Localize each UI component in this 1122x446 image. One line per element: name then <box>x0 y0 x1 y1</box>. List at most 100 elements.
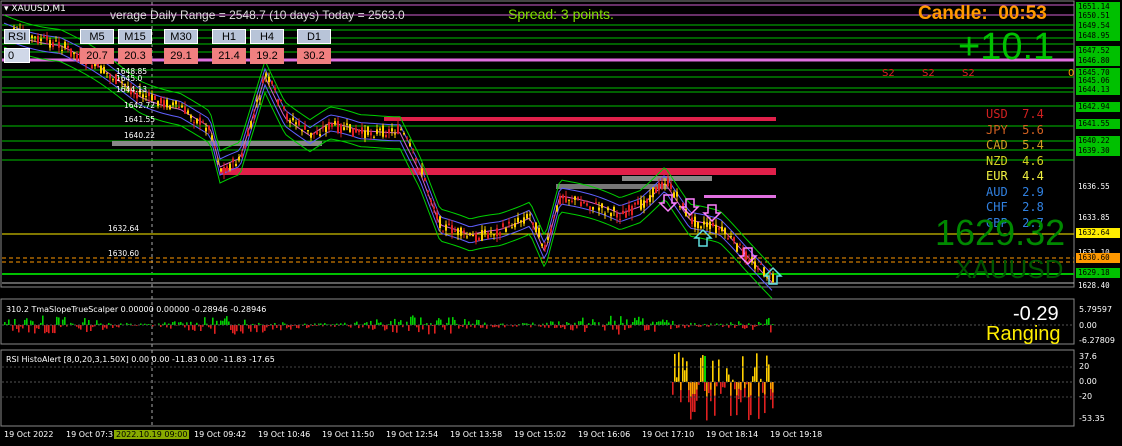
timeframe-button-h4[interactable]: H4 <box>250 29 284 44</box>
candle-body <box>715 224 717 234</box>
histogram-bar <box>452 317 454 325</box>
candle-body <box>250 121 252 128</box>
histogram-bar <box>290 325 292 330</box>
histogram-bar <box>652 321 654 325</box>
candle-body <box>361 127 363 134</box>
histogram-bar <box>728 374 730 382</box>
histogram-bar <box>704 382 706 391</box>
histogram-bar <box>670 325 672 330</box>
rsi-label[interactable]: RSI <box>4 29 30 44</box>
candle-body <box>559 195 561 205</box>
price-axis-label: 1628.40 <box>1078 281 1110 290</box>
candle-body <box>238 156 240 161</box>
timeframe-button-m15[interactable]: M15 <box>118 29 152 44</box>
histogram-bar <box>610 315 612 325</box>
candle-body <box>181 105 183 108</box>
candle-body <box>469 233 471 236</box>
candle-body <box>430 200 432 202</box>
histogram-bar <box>764 323 766 325</box>
histogram-bar <box>626 319 628 325</box>
histogram-bar <box>36 325 38 329</box>
candle-body <box>241 153 243 157</box>
timeframe-button-d1[interactable]: D1 <box>297 29 331 44</box>
histogram-bar <box>748 323 750 325</box>
candle-body <box>550 228 552 233</box>
histogram-bar <box>642 318 644 325</box>
candle-body <box>157 100 159 107</box>
candle-body <box>148 92 150 97</box>
histogram-bar <box>706 382 708 398</box>
candle-body <box>325 126 327 132</box>
candle-body <box>547 237 549 241</box>
price-axis-label: 1644.13 <box>1076 85 1120 95</box>
candle-body <box>745 251 747 261</box>
candle-body <box>172 102 174 106</box>
candle-body <box>292 117 294 121</box>
candle-body <box>394 133 396 135</box>
timeframe-button-h1[interactable]: H1 <box>212 29 246 44</box>
candle-body <box>43 36 45 38</box>
candle-body <box>61 49 63 51</box>
currency-row: NZD 4.6 <box>986 154 1044 168</box>
histogram-bar <box>396 325 398 333</box>
histogram-bar <box>714 382 716 396</box>
price-axis-label: 1630.60 <box>1076 253 1120 263</box>
time-axis-label: 19 Oct 15:02 <box>514 430 567 439</box>
histogram-bar <box>676 325 678 329</box>
histogram-bar <box>12 325 14 331</box>
symbol-label[interactable]: ▾ XAUUSD,M1 <box>4 4 66 14</box>
candle-body <box>268 76 270 83</box>
histogram-bar <box>376 319 378 325</box>
price-zone[interactable] <box>384 117 776 121</box>
candle-body <box>628 205 630 212</box>
level-label: 1641.55 <box>124 115 156 124</box>
histogram-bar <box>608 321 610 325</box>
candle-body <box>52 42 54 47</box>
timeframe-button-m5[interactable]: M5 <box>80 29 114 44</box>
candle-body <box>541 243 543 247</box>
candle-body <box>106 72 108 74</box>
timeframe-strength-value: 30.2 <box>297 48 331 64</box>
candle-body <box>493 234 495 236</box>
currency-row: JPY 5.6 <box>986 123 1044 137</box>
histogram-bar <box>744 382 746 389</box>
timeframe-button-m30[interactable]: M30 <box>164 29 198 44</box>
price-axis-label: 1650.51 <box>1076 11 1120 21</box>
histogram-bar <box>176 325 178 326</box>
histogram-bar <box>760 378 762 382</box>
histogram-bar <box>242 325 244 334</box>
histogram-bar <box>680 382 682 391</box>
histogram-bar <box>80 325 82 330</box>
spread-text: Spread: 3 points. <box>508 6 614 22</box>
candle-body <box>373 136 375 138</box>
candle-body <box>613 206 615 211</box>
histogram-bar <box>484 322 486 325</box>
histogram-bar <box>662 319 664 325</box>
histogram-bar <box>624 325 626 330</box>
price-zone[interactable] <box>704 195 776 198</box>
candle-body <box>454 230 456 232</box>
candle-body <box>298 120 300 126</box>
histogram-bar <box>762 382 764 393</box>
candle-body <box>73 52 75 55</box>
price-axis-label: 1640.22 <box>1076 136 1120 146</box>
price-zone[interactable] <box>220 168 776 175</box>
candle-body <box>754 261 756 269</box>
candle-body <box>337 120 339 133</box>
candle-body <box>703 221 705 225</box>
dropdown-icon[interactable]: ▾ <box>4 4 9 14</box>
ind2-axis-label: -53.35 <box>1079 414 1105 423</box>
histogram-bar <box>34 325 36 334</box>
histogram-bar <box>284 323 286 325</box>
candle-body <box>508 221 510 224</box>
histogram-bar <box>438 318 440 325</box>
histogram-bar <box>384 325 386 331</box>
candle-body <box>658 183 660 191</box>
time-axis-label: 19 Oct 13:58 <box>450 430 503 439</box>
histogram-bar <box>222 320 224 325</box>
candle-body <box>418 170 420 172</box>
histogram-bar <box>688 325 690 328</box>
price-axis-label: 1629.18 <box>1076 268 1120 278</box>
histogram-bar <box>444 325 446 330</box>
candle-body <box>340 124 342 134</box>
